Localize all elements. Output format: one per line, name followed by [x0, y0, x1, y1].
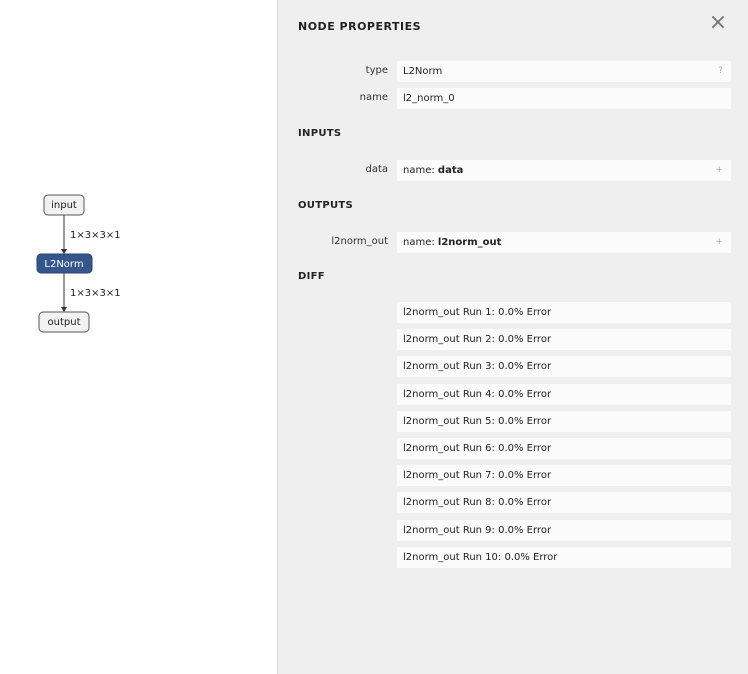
input-prefix: name:	[403, 165, 438, 176]
expand-icon[interactable]: +	[715, 160, 723, 181]
output-label: l2norm_out	[331, 236, 388, 247]
output-value[interactable]: name: l2norm_out +	[397, 232, 731, 253]
type-label: type	[365, 65, 388, 76]
diff-row: l2norm_out Run 9: 0.0% Error	[397, 520, 731, 541]
name-label: name	[359, 92, 388, 103]
diff-row: l2norm_out Run 2: 0.0% Error	[397, 329, 731, 350]
node-l2norm[interactable]: L2Norm	[36, 253, 93, 274]
name-value[interactable]: l2_norm_0	[397, 88, 731, 109]
diff-row: l2norm_out Run 7: 0.0% Error	[397, 465, 731, 486]
diff-row: l2norm_out Run 3: 0.0% Error	[397, 356, 731, 377]
diff-row: l2norm_out Run 8: 0.0% Error	[397, 492, 731, 513]
edge-label: 1×3×3×1	[70, 288, 121, 299]
output-prefix: name:	[403, 237, 438, 248]
diff-row: l2norm_out Run 10: 0.0% Error	[397, 547, 731, 568]
diff-row: l2norm_out Run 5: 0.0% Error	[397, 411, 731, 432]
node-label: input	[51, 200, 77, 211]
panel-title: NODE PROPERTIES	[298, 20, 421, 33]
expand-icon[interactable]: +	[715, 232, 723, 253]
output-name: l2norm_out	[437, 237, 502, 248]
node-label: output	[48, 317, 81, 328]
diff-row: l2norm_out Run 1: 0.0% Error	[397, 302, 731, 323]
type-value[interactable]: L2Norm ?	[397, 61, 731, 82]
edge-label: 1×3×3×1	[70, 230, 121, 241]
outputs-section-title: OUTPUTS	[298, 200, 354, 211]
arrow-head-icon	[61, 307, 67, 312]
input-name: data	[437, 165, 464, 176]
name-value-text: l2_norm_0	[403, 93, 455, 104]
type-value-text: L2Norm	[403, 66, 443, 77]
inputs-section-title: INPUTS	[298, 128, 342, 139]
node-properties-panel: NODE PROPERTIES × type L2Norm ? name l2_…	[277, 0, 748, 674]
diff-row: l2norm_out Run 6: 0.0% Error	[397, 438, 731, 459]
input-label: data	[365, 164, 388, 175]
app-window: 1×3×3×1 1×3×3×1 input L2Norm output NODE…	[0, 0, 748, 674]
arrow-head-icon	[61, 249, 67, 254]
graph-svg: 1×3×3×1 1×3×3×1 input L2Norm output	[36, 194, 121, 333]
input-value[interactable]: name: data +	[397, 160, 731, 181]
diff-section-title: DIFF	[298, 271, 325, 282]
help-icon[interactable]: ?	[718, 61, 723, 82]
node-input[interactable]: input	[43, 194, 85, 216]
node-label: L2Norm	[44, 259, 83, 270]
graph-canvas[interactable]: 1×3×3×1 1×3×3×1 input L2Norm output	[0, 0, 277, 674]
diff-row: l2norm_out Run 4: 0.0% Error	[397, 384, 731, 405]
close-icon[interactable]: ×	[708, 12, 728, 34]
node-output[interactable]: output	[38, 311, 90, 333]
